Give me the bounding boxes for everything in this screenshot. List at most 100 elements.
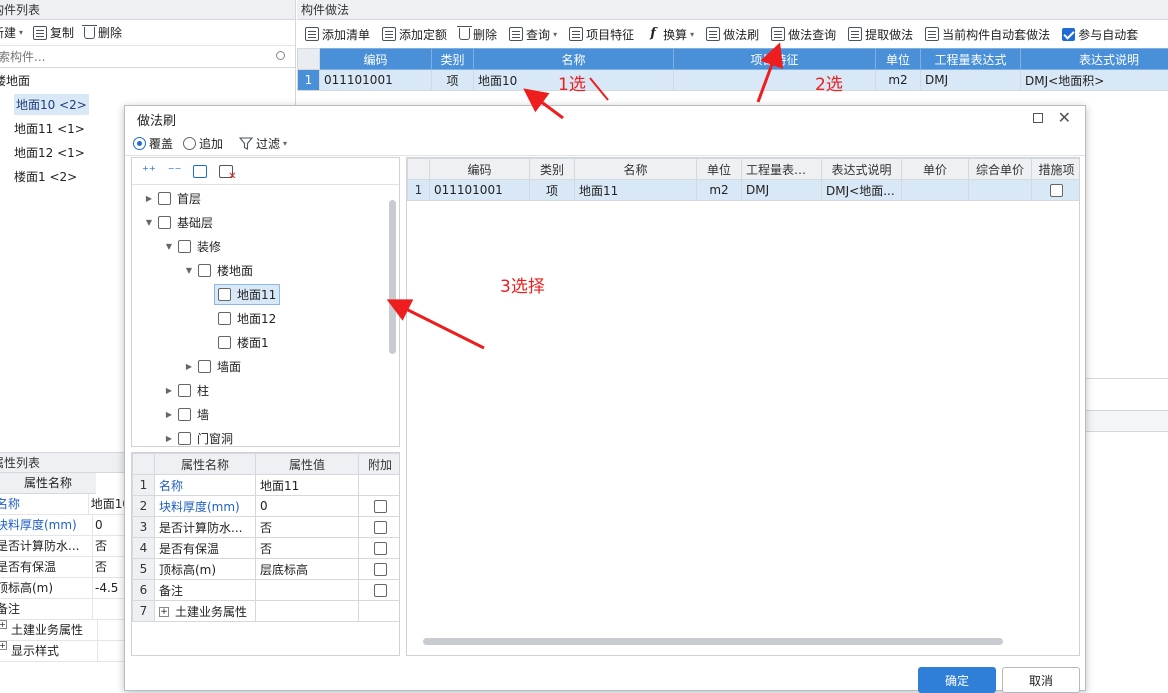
expand-icon[interactable]: + xyxy=(0,620,7,629)
cell-code[interactable]: 011101001 xyxy=(430,180,530,201)
cell-unit[interactable]: m2 xyxy=(697,180,742,201)
collapsed-icon[interactable]: ▶ xyxy=(164,434,174,443)
toolbar-button[interactable]: 查询▾ xyxy=(509,26,557,43)
append-checkbox[interactable] xyxy=(374,563,387,576)
append-checkbox[interactable] xyxy=(374,542,387,555)
property-row[interactable]: 顶标高(m)-4.5 xyxy=(0,578,130,599)
property-value[interactable] xyxy=(256,601,359,622)
property-row[interactable]: +显示样式 xyxy=(0,641,130,662)
expanded-icon[interactable]: ▼ xyxy=(144,218,154,227)
toolbar-button[interactable]: 做法查询 xyxy=(771,26,836,43)
toolbar-button[interactable]: 当前构件自动套做法 xyxy=(925,26,1050,43)
horizontal-scrollbar[interactable] xyxy=(423,638,1003,645)
new-button[interactable]: 新建▾ xyxy=(0,24,23,41)
tree-node[interactable]: ▶首层 xyxy=(132,186,399,210)
cell-total[interactable] xyxy=(969,180,1032,201)
property-row[interactable]: 4是否有保温否 xyxy=(133,538,401,559)
close-icon[interactable]: ✕ xyxy=(1058,109,1071,127)
property-value[interactable]: -4.5 xyxy=(92,578,118,598)
toolbar-button[interactable]: f换算▾ xyxy=(646,26,694,43)
measure-checkbox[interactable] xyxy=(1050,184,1063,197)
component-search[interactable] xyxy=(0,46,295,68)
tree-node[interactable]: 地面11 xyxy=(132,282,399,306)
method-row[interactable]: 1011101001项地面10m2DMJDMJ<地面积> xyxy=(298,70,1168,91)
collapsed-icon[interactable]: ▶ xyxy=(164,410,174,419)
tree-node[interactable]: 楼面1 xyxy=(132,330,399,354)
append-checkbox[interactable] xyxy=(374,584,387,597)
cell-feature[interactable] xyxy=(674,70,876,91)
collapsed-icon[interactable]: ▶ xyxy=(184,362,194,371)
cell-type[interactable]: 项 xyxy=(530,180,575,201)
cell-price[interactable] xyxy=(902,180,969,201)
property-value[interactable]: 否 xyxy=(256,517,359,538)
overwrite-radio[interactable]: 覆盖 xyxy=(133,135,173,152)
property-row[interactable]: 3是否计算防水...否 xyxy=(133,517,401,538)
checkbox-icon[interactable] xyxy=(198,264,211,277)
copy-button[interactable]: 复制 xyxy=(33,24,74,41)
property-row[interactable]: 块料厚度(mm)0 xyxy=(0,515,130,536)
property-value[interactable]: 否 xyxy=(92,536,107,556)
property-row[interactable]: 备注 xyxy=(0,599,130,620)
property-value[interactable] xyxy=(97,641,100,661)
cancel-button[interactable]: 取消 xyxy=(1002,667,1080,693)
component-search-input[interactable] xyxy=(0,50,246,64)
property-row[interactable]: 1名称地面11 xyxy=(133,475,401,496)
property-row[interactable]: 5顶标高(m)层底标高 xyxy=(133,559,401,580)
expand-all-icon[interactable]: ⁺⁺ xyxy=(142,164,156,179)
property-value[interactable] xyxy=(97,620,100,640)
property-value[interactable]: 0 xyxy=(92,515,103,535)
toolbar-button[interactable]: 添加清单 xyxy=(305,26,370,43)
tree-scrollbar[interactable] xyxy=(389,200,396,354)
toolbar-button[interactable]: 添加定额 xyxy=(382,26,447,43)
tree-node[interactable]: ▼楼地面 xyxy=(132,258,399,282)
tree-root[interactable]: 楼地面 xyxy=(0,68,295,92)
expand-icon[interactable]: + xyxy=(0,641,7,650)
property-value[interactable]: 0 xyxy=(256,496,359,517)
cell-expr[interactable]: DMJ xyxy=(921,70,1021,91)
tree-node[interactable]: ▶门窗洞 xyxy=(132,426,399,447)
expanded-icon[interactable]: ▼ xyxy=(184,266,194,275)
property-row[interactable]: 2块料厚度(mm)0 xyxy=(133,496,401,517)
property-value[interactable] xyxy=(92,599,95,619)
cell-desc[interactable]: DMJ<地面积> xyxy=(1021,70,1168,91)
property-value[interactable]: 地面11 xyxy=(256,475,359,496)
checkbox-icon[interactable] xyxy=(158,216,171,229)
property-value[interactable] xyxy=(256,580,359,601)
tree-node[interactable]: ▼装修 xyxy=(132,234,399,258)
toolbar-button[interactable]: 删除 xyxy=(459,26,497,43)
tree-node[interactable]: 地面12 xyxy=(132,306,399,330)
participate-auto-checkbox[interactable]: 参与自动套 xyxy=(1062,26,1138,43)
toolbar-button[interactable]: 提取做法 xyxy=(848,26,913,43)
checkbox-icon[interactable] xyxy=(218,312,231,325)
property-row[interactable]: 是否有保温否 xyxy=(0,557,130,578)
append-checkbox[interactable] xyxy=(374,521,387,534)
property-value[interactable]: 否 xyxy=(256,538,359,559)
cell-code[interactable]: 011101001 xyxy=(320,70,432,91)
search-icon[interactable] xyxy=(276,51,285,60)
tree-node[interactable]: ▶柱 xyxy=(132,378,399,402)
filter-button[interactable]: 过滤 ▾ xyxy=(239,135,287,152)
append-checkbox[interactable] xyxy=(374,500,387,513)
cell-expr[interactable]: DMJ xyxy=(742,180,822,201)
property-value[interactable]: 否 xyxy=(92,557,107,577)
checkbox-icon[interactable] xyxy=(218,336,231,349)
expand-icon[interactable]: + xyxy=(159,607,169,617)
ok-button[interactable]: 确定 xyxy=(918,667,996,693)
collapsed-icon[interactable]: ▶ xyxy=(164,386,174,395)
cell-name[interactable]: 地面11 xyxy=(575,180,697,201)
cell-desc[interactable]: DMJ<地面... xyxy=(822,180,902,201)
target-method-row[interactable]: 1011101001项地面11m2DMJDMJ<地面... xyxy=(408,180,1081,201)
toolbar-button[interactable]: 项目特征 xyxy=(569,26,634,43)
cell-unit[interactable]: m2 xyxy=(876,70,921,91)
maximize-icon[interactable] xyxy=(1033,113,1043,123)
checkbox-icon[interactable] xyxy=(178,408,191,421)
property-row[interactable]: 6备注 xyxy=(133,580,401,601)
clear-selection-icon[interactable]: ✕ xyxy=(219,165,233,178)
property-row[interactable]: 是否计算防水...否 xyxy=(0,536,130,557)
checkbox-icon[interactable] xyxy=(198,360,211,373)
checkbox-icon[interactable] xyxy=(178,432,191,445)
property-row[interactable]: 名称地面10 xyxy=(0,494,130,515)
checkbox-icon[interactable] xyxy=(158,192,171,205)
property-row[interactable]: 7+土建业务属性 xyxy=(133,601,401,622)
select-all-icon[interactable] xyxy=(193,165,207,178)
